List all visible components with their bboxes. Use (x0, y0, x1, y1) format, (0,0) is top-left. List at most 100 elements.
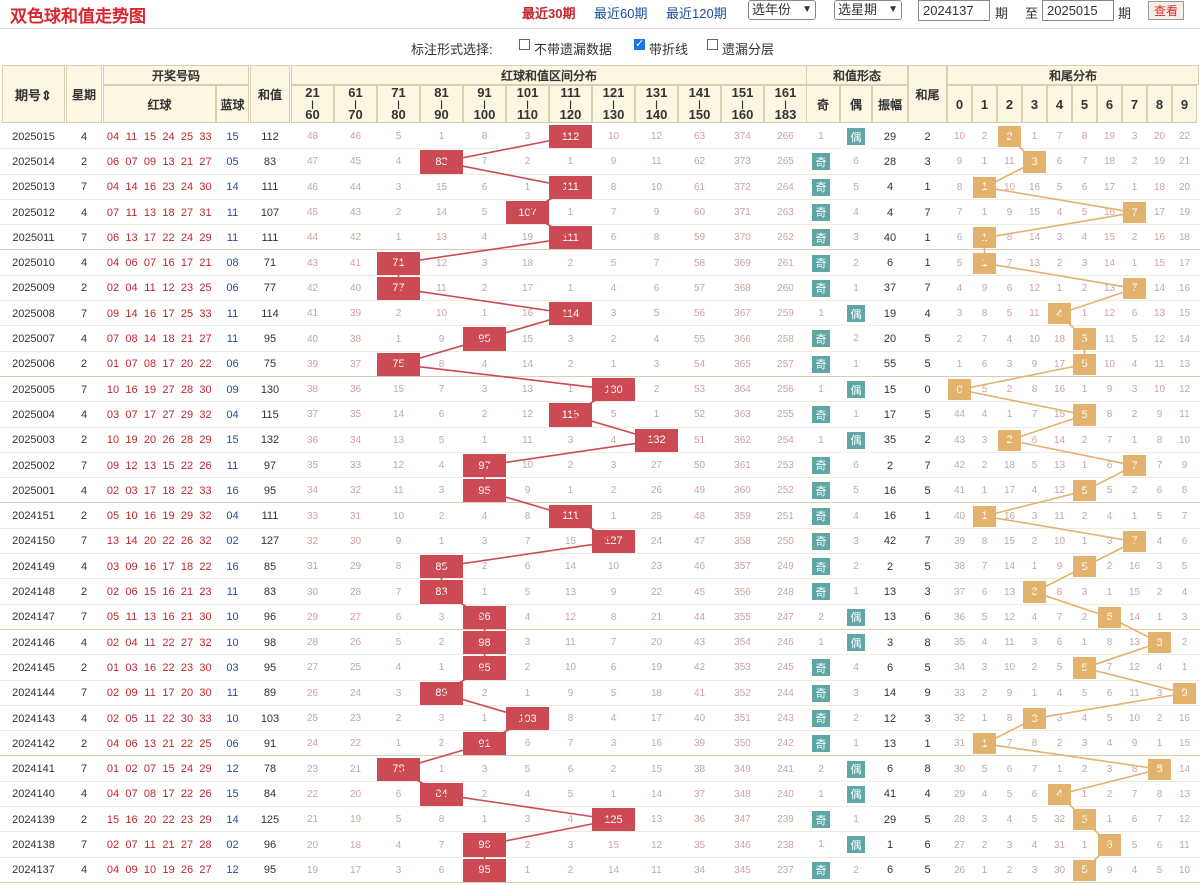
tail-miss-count: 19 (1103, 131, 1116, 143)
row-amplitude: 2 (886, 560, 894, 573)
red-ball: 02 (106, 712, 120, 725)
row-sum: 111 (261, 510, 279, 523)
year-select[interactable]: 选年份 ▼ (748, 0, 816, 20)
miss-count: 31 (306, 561, 319, 573)
miss-count: 14 (650, 788, 663, 800)
blue-ball: 16 (226, 484, 239, 497)
start-period-input[interactable]: 2024137 (918, 0, 990, 21)
option-checkbox-no-miss[interactable] (519, 39, 530, 50)
blue-ball: 06 (226, 737, 239, 750)
red-ball: 10 (106, 434, 120, 447)
end-period-input[interactable]: 2025015 (1042, 0, 1114, 21)
row-amplitude: 20 (883, 333, 897, 346)
red-ball: 23 (199, 586, 212, 599)
red-ball: 25 (180, 130, 194, 143)
miss-count: 374 (734, 131, 751, 143)
row-amplitude: 13 (883, 586, 897, 599)
red-ball: 24 (180, 181, 194, 194)
miss-count: 25 (349, 662, 362, 674)
tail-miss-count: 4 (1056, 207, 1063, 219)
tail-miss-count: 18 (1053, 333, 1066, 345)
miss-count: 37 (349, 358, 362, 370)
odd-cell: 1 (818, 637, 824, 648)
range-from: 141 (688, 85, 711, 100)
miss-count: 6 (610, 662, 617, 674)
row-tail: 5 (924, 358, 931, 371)
row-weekday: 7 (80, 763, 88, 776)
miss-count: 354 (734, 637, 751, 649)
red-ball: 21 (162, 737, 175, 750)
miss-count: 2 (567, 460, 574, 472)
miss-count: 2 (524, 156, 531, 168)
row-tail: 7 (924, 206, 931, 219)
tail-miss-count: 6 (1156, 839, 1163, 851)
tail-miss-count: 11 (1104, 333, 1115, 345)
miss-count: 263 (777, 207, 794, 219)
row-period: 2024141 (12, 763, 55, 776)
row-tail: 7 (924, 459, 931, 472)
option-checkbox-line[interactable] (634, 37, 645, 50)
miss-count: 12 (564, 611, 577, 623)
miss-count: 50 (693, 460, 706, 472)
option-checkbox-layer[interactable] (707, 39, 718, 50)
tail-miss-count: 3 (956, 308, 963, 320)
miss-count: 8 (610, 181, 617, 193)
row-sum: 95 (263, 333, 277, 346)
tail-miss-count: 29 (953, 788, 966, 800)
miss-count: 368 (734, 282, 751, 294)
period-link-60[interactable]: 最近60期 (594, 3, 647, 22)
row-weekday: 4 (80, 864, 88, 877)
sum-range-hit: 83 (420, 150, 463, 174)
tail-miss-count: 8 (981, 535, 988, 547)
red-ball: 05 (125, 712, 138, 725)
miss-count: 265 (777, 156, 794, 168)
even-cell: 6 (853, 156, 859, 168)
miss-count: 8 (567, 713, 574, 725)
row-tail: 1 (924, 510, 931, 523)
tail-miss-count: 3 (1056, 232, 1063, 244)
red-ball: 20 (180, 687, 194, 700)
miss-count: 38 (306, 384, 319, 396)
tail-miss-count: 10 (1003, 181, 1016, 193)
tail-miss-count: 7 (1156, 814, 1163, 826)
red-ball: 02 (125, 763, 138, 776)
red-ball: 16 (143, 661, 157, 674)
tail-miss-count: 8 (1131, 763, 1138, 775)
view-button[interactable]: 查看 (1148, 1, 1184, 20)
red-ball: 13 (106, 535, 120, 548)
miss-count: 250 (777, 535, 794, 547)
miss-count: 24 (349, 687, 362, 699)
tail-miss-count: 11 (1179, 839, 1190, 851)
sum-range-hit: 127 (592, 529, 635, 554)
red-ball: 02 (106, 687, 120, 700)
red-ball: 23 (162, 181, 175, 194)
even-cell: 2 (853, 864, 859, 876)
miss-count: 1 (395, 333, 402, 345)
miss-count: 259 (777, 308, 794, 320)
tail-miss-count: 12 (1053, 485, 1066, 497)
period-link-30[interactable]: 最近30期 (522, 3, 575, 22)
tail-miss-count: 13 (1178, 358, 1191, 370)
tail-miss-count: 1 (1131, 434, 1138, 446)
row-tail: 8 (924, 763, 931, 776)
miss-count: 48 (693, 510, 706, 522)
red-ball: 04 (106, 181, 120, 194)
period-link-120[interactable]: 最近120期 (666, 3, 727, 22)
miss-count: 12 (650, 839, 663, 851)
tail-miss-count: 1 (1056, 282, 1063, 294)
red-ball: 30 (199, 661, 212, 674)
miss-count: 63 (693, 131, 706, 143)
miss-count: 42 (306, 282, 319, 294)
tail-miss-count: 1 (981, 207, 988, 219)
weekday-select[interactable]: 选星期 ▼ (834, 0, 902, 20)
miss-count: 19 (349, 814, 362, 826)
miss-count: 36 (349, 384, 362, 396)
blue-ball: 16 (226, 560, 239, 573)
miss-count: 46 (306, 181, 319, 193)
row-tail: 7 (924, 282, 931, 295)
row-tail: 1 (924, 257, 931, 270)
tail-miss-count: 3 (1106, 763, 1113, 775)
tail-miss-count: 1 (1156, 611, 1163, 623)
year-select-value: 选年份 (752, 2, 792, 17)
miss-count: 60 (693, 207, 706, 219)
